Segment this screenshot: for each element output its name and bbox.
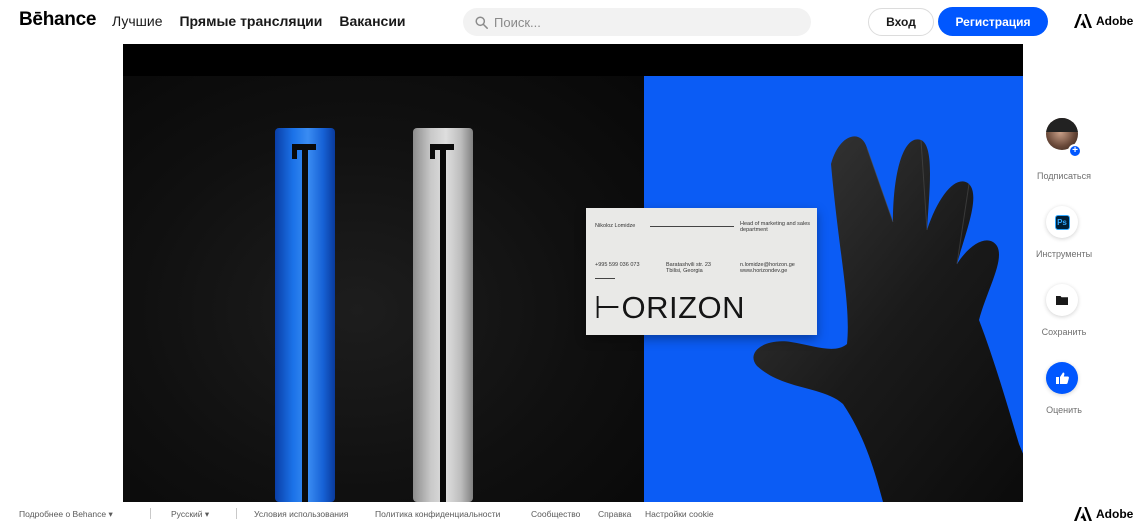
footer-link-privacy[interactable]: Политика конфиденциальности [375,509,500,519]
footer: Подробнее о Behance ▾ Русский ▾ Условия … [0,505,1137,522]
white-tube-package [413,128,473,502]
folder-icon [1056,296,1068,305]
language-label: Русский [171,509,203,519]
search-input[interactable] [494,14,794,30]
footer-link-cookies[interactable]: Настройки cookie [645,509,714,519]
artwork-dark-panel [123,76,644,502]
thumbs-up-icon [1055,372,1069,384]
nav-item-best[interactable]: Лучшие [112,13,162,29]
adobe-link[interactable]: Adobe [1074,14,1133,28]
search-bar[interactable] [463,8,811,36]
blue-tube-package [275,128,335,502]
about-behance-label: Подробнее о Behance [19,509,107,519]
footer-link-community[interactable]: Сообщество [531,509,580,519]
signup-button[interactable]: Регистрация [938,7,1048,36]
adobe-logo-icon [1074,507,1092,521]
save-label[interactable]: Сохранить [1020,327,1108,337]
card-name: Nikoloz Lomidze [595,223,636,229]
tools-label[interactable]: Инструменты [1020,249,1108,259]
subscribe-label[interactable]: Подписаться [1020,171,1108,181]
adobe-label: Adobe [1096,14,1134,28]
card-email: n.lomidze@horizon.ge www.horizondev.ge [740,262,795,274]
footer-link-help[interactable]: Справка [598,509,631,519]
adobe-logo-icon [1074,14,1092,28]
card-role: Head of marketing and sales department [740,221,811,233]
nav-item-livestreams[interactable]: Прямые трансляции [179,13,322,29]
card-address: Baratashvili str. 23 Tbilisi, Georgia [666,262,711,274]
top-navigation-bar: Bēhance Лучшие Прямые трансляции Ваканси… [0,0,1137,44]
artwork-top-strip [123,44,1023,76]
card-phone: +995 599 036 073 [595,262,640,268]
login-button[interactable]: Вход [868,8,934,36]
about-behance-link[interactable]: Подробнее о Behance ▾ [19,509,113,520]
appreciate-label[interactable]: Оценить [1020,405,1108,415]
plus-icon[interactable]: + [1068,144,1082,158]
photoshop-icon: Ps [1054,214,1070,230]
behance-project-page: Bēhance Лучшие Прямые трансляции Ваканси… [0,0,1137,522]
adobe-footer-link[interactable]: Adobe [1074,507,1133,521]
save-button[interactable] [1046,284,1078,316]
behance-logo[interactable]: Bēhance [19,9,96,31]
language-select[interactable]: Русский ▾ [171,509,209,520]
business-card: Nikoloz Lomidze Head of marketing and sa… [586,208,817,335]
search-icon [475,15,488,29]
footer-link-terms[interactable]: Условия использования [254,509,348,519]
main-nav: Лучшие Прямые трансляции Вакансии [112,13,406,29]
card-horizon-logo: ⊢ORIZON [594,290,746,325]
project-artwork[interactable]: Nikoloz Lomidze Head of marketing and sa… [123,44,1023,502]
nav-item-jobs[interactable]: Вакансии [339,13,405,29]
adobe-footer-label: Adobe [1096,507,1134,521]
tools-button[interactable]: Ps [1046,206,1078,238]
appreciate-button[interactable] [1046,362,1078,394]
